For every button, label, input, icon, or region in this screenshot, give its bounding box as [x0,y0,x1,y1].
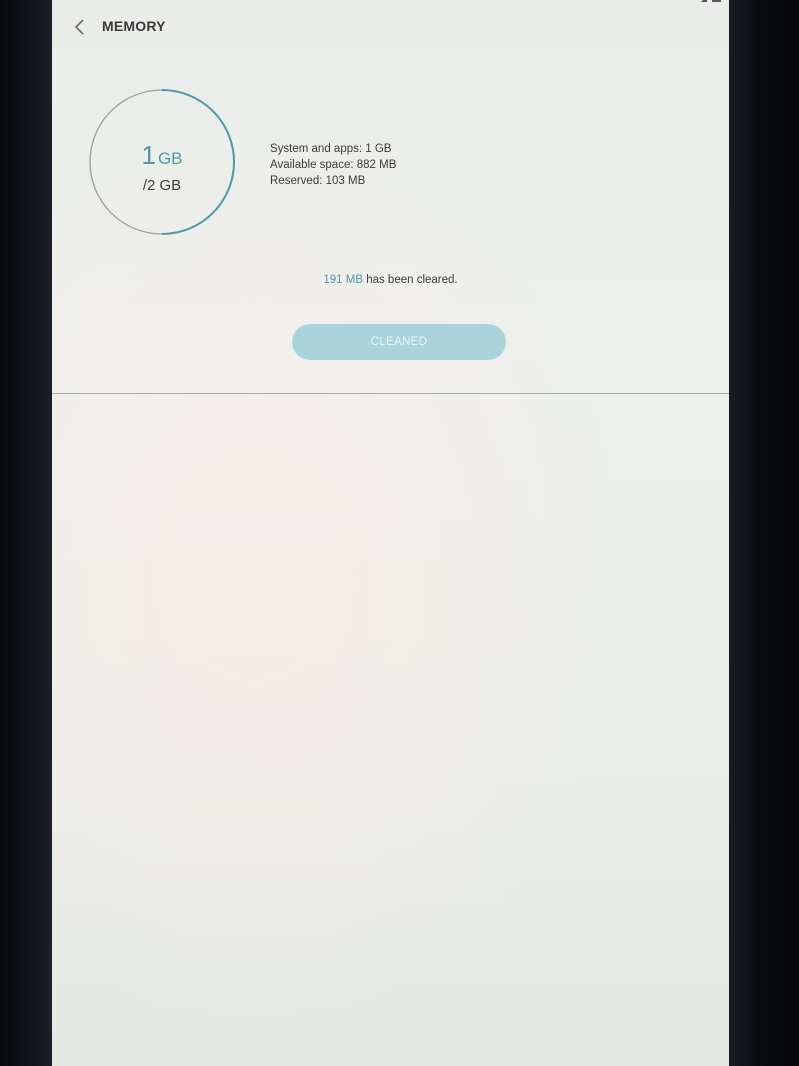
total-memory-value: /2 GB [142,177,182,194]
chevron-left-icon [74,19,84,35]
clean-now-button[interactable]: CLEANED [292,324,506,360]
used-unit: GB [157,149,183,168]
battery-icon [712,0,721,2]
reserved-line: Reserved: 103 MB [270,175,366,187]
used-memory-value: 1 GB [86,140,238,171]
device-bezel-right [729,0,799,1066]
signal-icon [701,0,707,2]
memory-details: System and apps: 1 GB Available space: 8… [270,141,396,189]
section-divider [52,393,729,394]
memory-screen: MEMORY 1 GB /2 GB System and apps: 1 GB A… [52,0,729,1066]
status-bar [701,0,721,6]
memory-usage-gauge: 1 GB /2 GB [86,86,238,238]
used-number: 1 [141,140,156,170]
cleared-text: has been cleared. [363,274,458,286]
cleared-amount: 191 MB [323,274,363,286]
back-button[interactable] [70,14,92,40]
cleared-message: 191 MB has been cleared. [52,274,729,286]
available-space-line: Available space: 882 MB [270,159,397,171]
system-apps-line: System and apps: 1 GB [270,143,392,155]
page-title: MEMORY [102,18,166,34]
app-bar: MEMORY [52,14,729,40]
device-bezel-left [0,0,52,1066]
